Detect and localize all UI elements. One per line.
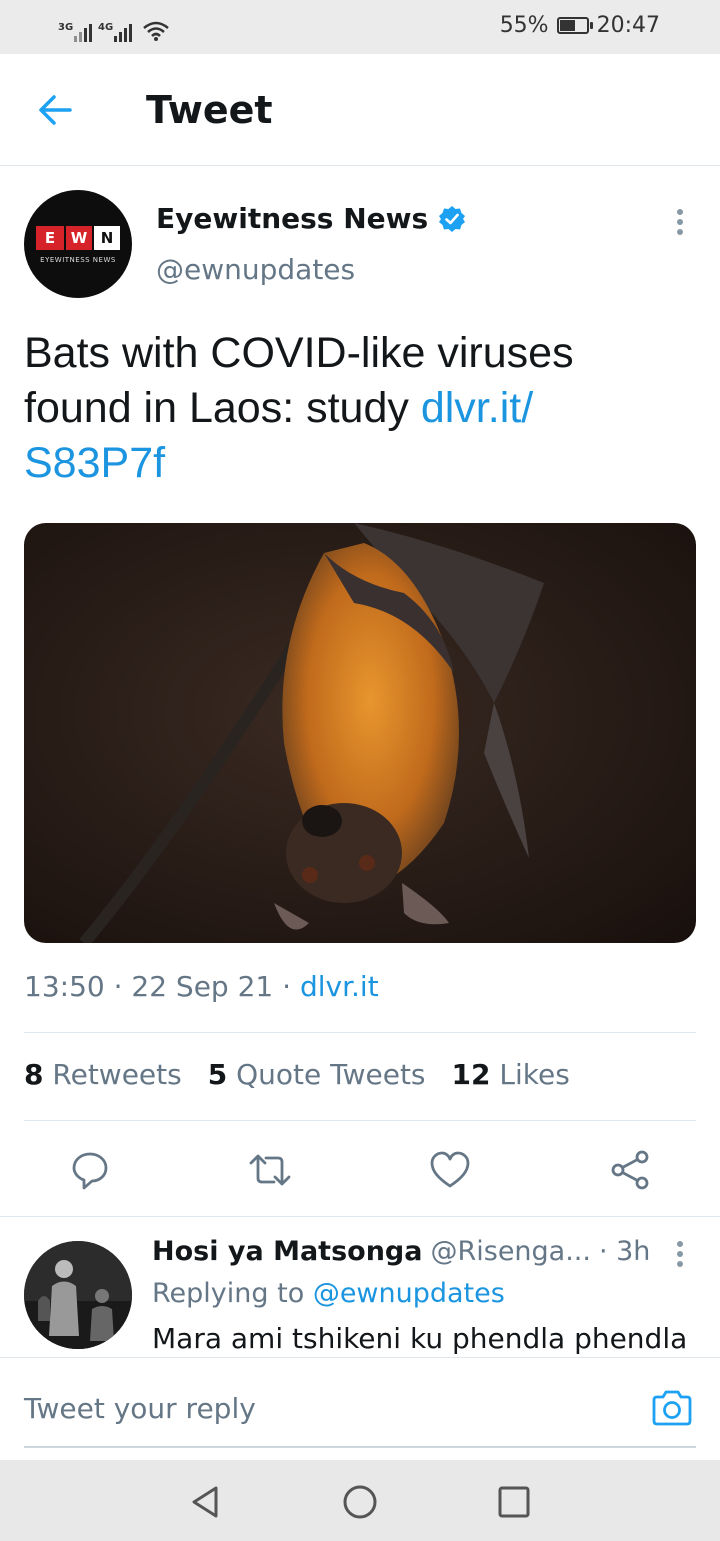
tweet-actions [0,1140,720,1200]
system-nav-bar [0,1460,720,1541]
status-right: 55% 20:47 [500,13,660,38]
tweet-date: 22 Sep 21 [131,970,274,1003]
verified-badge-icon [439,205,466,232]
page-title: Tweet [146,88,273,132]
reply-avatar[interactable] [24,1241,132,1349]
recents-square-icon[interactable] [494,1482,534,1522]
quotes-stat[interactable]: 5 Quote Tweets [208,1058,426,1091]
reply-text: Mara ami tshikeni ku phendla phendla [152,1322,688,1355]
like-icon[interactable] [428,1148,472,1192]
status-left: 3G 4G [58,12,170,42]
camera-icon[interactable] [650,1388,694,1428]
logo-subtitle: EYEWITNESS NEWS [40,256,116,264]
app-header: Tweet [0,54,720,166]
clock: 20:47 [596,13,660,38]
share-icon[interactable] [608,1148,652,1192]
reply-author-handle[interactable]: @Risenga... [430,1236,590,1267]
retweets-label: Retweets [52,1058,182,1091]
signal1-label: 3G [58,22,74,33]
retweet-icon[interactable] [248,1148,292,1192]
reply-avatar-photo [24,1241,132,1349]
replying-to-mention[interactable]: @ewnupdates [313,1278,505,1309]
status-bar: 3G 4G 55% 20:47 [0,0,720,54]
replying-to: Replying to @ewnupdates [152,1278,505,1309]
divider [24,1120,696,1121]
author-handle[interactable]: @ewnupdates [156,253,355,286]
reply-header: Hosi ya Matsonga @Risenga... · 3h [152,1236,650,1267]
tweet-meta: 13:50 · 22 Sep 21 · dlvr.it [24,970,379,1003]
retweets-count: 8 [24,1058,44,1091]
author-avatar[interactable]: E W N EYEWITNESS NEWS [24,190,132,298]
tweet-time: 13:50 [24,970,105,1003]
tweet-stats: 8 Retweets 5 Quote Tweets 12 Likes [24,1058,570,1091]
divider [0,1216,720,1217]
reply-author-name[interactable]: Hosi ya Matsonga [152,1236,422,1267]
author-name-row[interactable]: Eyewitness News [156,202,466,235]
battery-icon [556,17,593,34]
more-options-icon[interactable] [670,206,690,238]
signal-strength-icon-2: 4G [98,22,132,42]
tweet-source[interactable]: dlvr.it [300,970,379,1003]
logo-e: E [36,226,64,250]
reply-input[interactable]: Tweet your reply [24,1358,696,1448]
likes-count: 12 [451,1058,491,1091]
quotes-label: Quote Tweets [236,1058,426,1091]
likes-label: Likes [499,1058,570,1091]
logo-w: W [64,226,92,250]
reply-time: · 3h [598,1236,651,1267]
home-circle-icon[interactable] [340,1482,380,1522]
tweet-text: Bats with COVID-like viruses found in La… [24,326,684,491]
quotes-count: 5 [207,1058,228,1091]
reply-icon[interactable] [68,1148,112,1192]
fruit-bat-photo [24,523,696,943]
signal2-label: 4G [98,22,114,33]
logo-n: N [92,226,120,250]
author-name[interactable]: Eyewitness News [156,202,428,235]
tweet-image[interactable] [24,523,696,943]
battery-percent: 55% [499,13,549,38]
wifi-icon [143,21,169,41]
reply-more-options-icon[interactable] [670,1238,690,1270]
ewn-logo: E W N [36,226,120,250]
replying-to-label: Replying to [152,1278,305,1309]
back-triangle-icon[interactable] [186,1482,226,1522]
signal-strength-icon: 3G [58,22,92,42]
reply-composer: Tweet your reply [0,1357,720,1460]
divider [24,1032,696,1033]
arrow-left-icon[interactable] [34,90,78,130]
likes-stat[interactable]: 12 Likes [452,1058,570,1091]
retweets-stat[interactable]: 8 Retweets [24,1058,182,1091]
